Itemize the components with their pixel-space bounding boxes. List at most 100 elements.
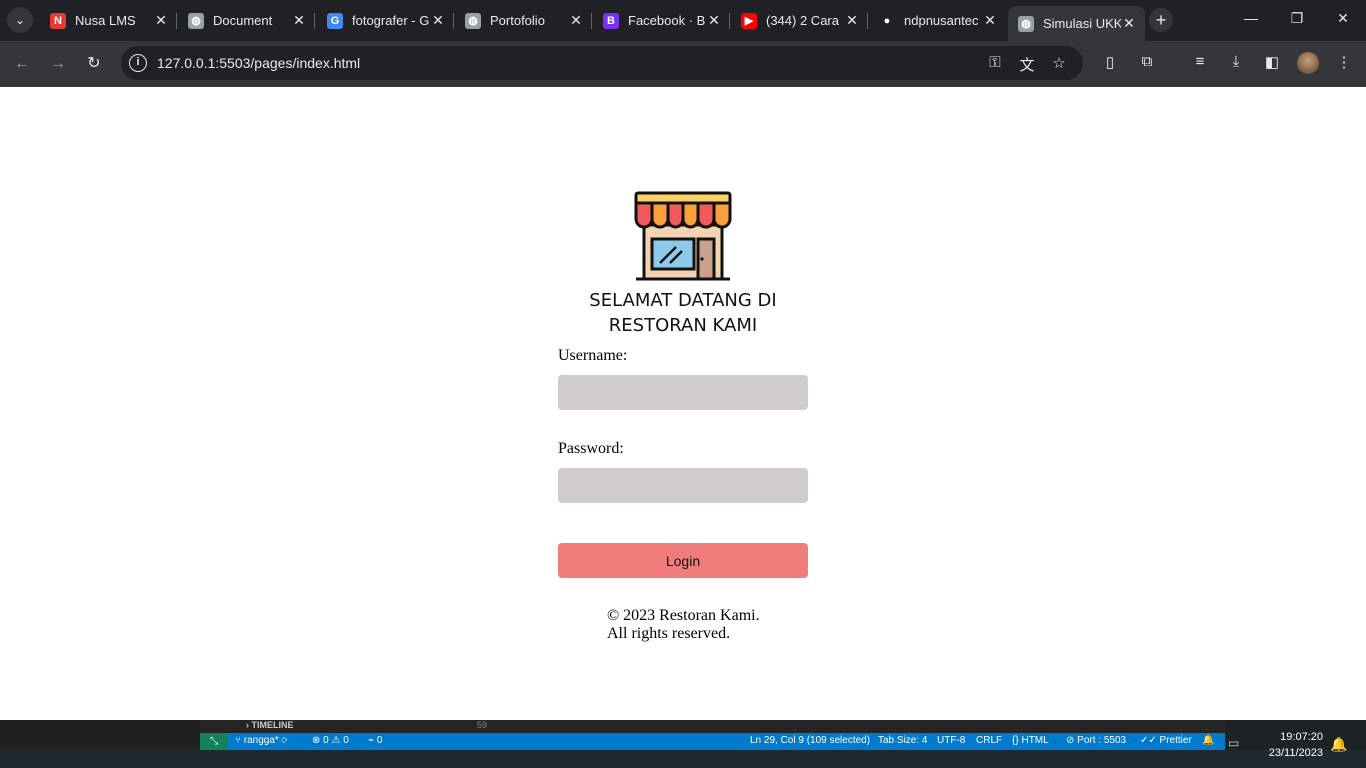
reading-list-icon[interactable]: ≡ <box>1189 53 1211 70</box>
warning-count: 0 <box>343 735 349 746</box>
tab-separator <box>729 13 730 29</box>
password-label: Password: <box>558 440 624 457</box>
close-tab-icon[interactable]: ✕ <box>153 12 169 29</box>
extensions-puzzle-icon[interactable]: ⧉ <box>1136 53 1158 70</box>
browser-tab[interactable]: ▶ (344) 2 Cara ✕ <box>731 6 868 35</box>
restore-icon[interactable]: ❐ <box>1287 10 1307 27</box>
live-server-port-label: Port : 5503 <box>1077 735 1127 746</box>
bookmark-star-icon[interactable]: ☆ <box>1049 54 1069 72</box>
language-mode-label: HTML <box>1021 735 1049 746</box>
footer-rights: All rights reserved. <box>607 625 731 642</box>
browser-tab[interactable]: ◍ Document ✕ <box>178 6 315 35</box>
tab-title: Document <box>213 13 273 28</box>
close-tab-icon[interactable]: ✕ <box>568 12 584 29</box>
tab-title: Portofolio <box>490 13 545 28</box>
extension-docs-icon[interactable]: ▯ <box>1099 53 1121 71</box>
github-icon: ● <box>879 12 895 29</box>
footer-copyright: © 2023 Restoran Kami. <box>607 607 760 624</box>
cursor-position[interactable]: Ln 29, Col 9 (109 selected) <box>750 735 870 746</box>
restaurant-storefront-icon <box>634 191 732 281</box>
ports-indicator[interactable]: ⌁ 0 <box>368 735 382 746</box>
tab-title: ndpnusantec <box>904 13 979 28</box>
new-tab-button[interactable]: + <box>1149 8 1173 32</box>
line-ending[interactable]: CRLF <box>976 735 1002 746</box>
password-input[interactable] <box>558 468 808 503</box>
browser-tab[interactable]: ● ndpnusantec ✕ <box>869 6 1006 35</box>
clock-date: 23/11/2023 <box>1268 747 1323 759</box>
welcome-heading: SELAMAT DATANG DI RESTORAN KAMI <box>558 288 808 338</box>
notifications-icon[interactable]: 🔔 <box>1202 735 1214 746</box>
tab-search-button[interactable]: ⌄ <box>7 7 33 33</box>
globe-icon: ◍ <box>465 12 481 29</box>
globe-icon: ◍ <box>188 12 204 29</box>
address-url[interactable]: 127.0.0.1:5503/pages/index.html <box>157 55 360 71</box>
key-icon[interactable]: ⚿ <box>985 54 1005 71</box>
remote-indicator-icon[interactable]: ⤡ <box>200 733 228 750</box>
encoding[interactable]: UTF-8 <box>937 735 965 746</box>
battery-icon[interactable]: ▭ <box>1228 736 1239 750</box>
tab-title: Simulasi UKK <box>1043 16 1121 31</box>
close-tab-icon[interactable]: ✕ <box>291 12 307 29</box>
site-info-icon[interactable]: i <box>129 54 147 72</box>
login-page: SELAMAT DATANG DI RESTORAN KAMI Username… <box>0 87 1366 720</box>
line-number: 59 <box>477 720 488 730</box>
google-icon: G <box>327 12 343 29</box>
username-input[interactable] <box>558 375 808 410</box>
heading-line-1: SELAMAT DATANG DI <box>589 290 777 311</box>
browser-tab[interactable]: ◍ Simulasi UKK ✕ <box>1008 6 1145 41</box>
login-button[interactable]: Login <box>558 543 808 578</box>
close-tab-icon[interactable]: ✕ <box>430 12 446 29</box>
close-window-icon[interactable]: ✕ <box>1333 10 1353 27</box>
profile-avatar[interactable] <box>1297 52 1319 74</box>
side-panel-icon[interactable]: ◧ <box>1261 53 1283 71</box>
browser-toolbar: ← → ↻ i 127.0.0.1:5503/pages/index.html … <box>0 41 1366 87</box>
footer: © 2023 Restoran Kami. All rights reserve… <box>607 607 760 643</box>
download-icon[interactable]: ⤓ <box>1225 53 1247 70</box>
browser-tab[interactable]: N Nusa LMS ✕ <box>40 6 177 35</box>
browser-tab[interactable]: B Facebook · B ✕ <box>593 6 730 35</box>
vscode-panel-strip: › TIMELINE 59 <box>200 720 1225 733</box>
notification-bell-icon[interactable]: 🔔 <box>1330 736 1347 753</box>
browser-tab[interactable]: ◍ Portofolio ✕ <box>455 6 592 35</box>
ports-count: 0 <box>376 735 383 746</box>
heading-line-2: RESTORAN KAMI <box>608 315 758 336</box>
forward-icon[interactable]: → <box>47 53 69 75</box>
reload-icon[interactable]: ↻ <box>83 53 105 75</box>
tab-size[interactable]: Tab Size: 4 <box>878 735 927 746</box>
git-branch-name: rangga* <box>243 735 279 746</box>
back-icon[interactable]: ← <box>11 53 33 75</box>
close-tab-icon[interactable]: ✕ <box>844 12 860 29</box>
tab-separator <box>314 13 315 29</box>
close-tab-icon[interactable]: ✕ <box>706 12 722 29</box>
system-clock[interactable]: 19:07:20 23/11/2023 <box>1269 729 1323 761</box>
username-label: Username: <box>558 347 628 364</box>
tab-title: fotografer - G <box>352 13 430 28</box>
bootstrap-icon: B <box>603 12 619 29</box>
address-bar[interactable]: i 127.0.0.1:5503/pages/index.html ⚿ 文 ☆ <box>121 46 1083 80</box>
timeline-section[interactable]: › TIMELINE <box>246 720 294 730</box>
clock-time: 19:07:20 <box>1280 731 1323 743</box>
tab-title: (344) 2 Cara <box>766 13 839 28</box>
git-branch[interactable]: ⑂ rangga* ⟳ <box>235 735 288 746</box>
tab-separator <box>591 13 592 29</box>
globe-icon: ◍ <box>1018 15 1034 32</box>
tab-separator <box>453 13 454 29</box>
browser-tab-bar: ⌄ N Nusa LMS ✕ ◍ Document ✕ Gfotografer - G ✕ ◍ P… <box>0 0 1366 41</box>
menu-kebab-icon[interactable]: ⋮ <box>1333 53 1355 71</box>
prettier-status[interactable]: ✓✓ Prettier <box>1140 735 1192 746</box>
language-mode[interactable]: {} HTML <box>1012 735 1049 746</box>
n-red-icon: N <box>50 12 66 29</box>
tab-separator <box>867 13 868 29</box>
youtube-icon: ▶ <box>741 12 757 29</box>
windows-taskbar <box>0 750 1366 768</box>
close-tab-icon[interactable]: ✕ <box>1121 15 1137 32</box>
translate-icon[interactable]: 文 <box>1017 54 1037 75</box>
live-server-port[interactable]: ⊘ Port : 5503 <box>1066 735 1126 746</box>
minimize-icon[interactable]: — <box>1241 10 1261 26</box>
prettier-label: Prettier <box>1159 735 1192 746</box>
tab-title: Nusa LMS <box>75 13 136 28</box>
close-tab-icon[interactable]: ✕ <box>982 12 998 29</box>
timeline-label: TIMELINE <box>251 720 294 730</box>
browser-tab[interactable]: Gfotografer - G ✕ <box>317 6 454 35</box>
problems-indicator[interactable]: ⊗ 0 ⚠ 0 <box>312 735 349 746</box>
